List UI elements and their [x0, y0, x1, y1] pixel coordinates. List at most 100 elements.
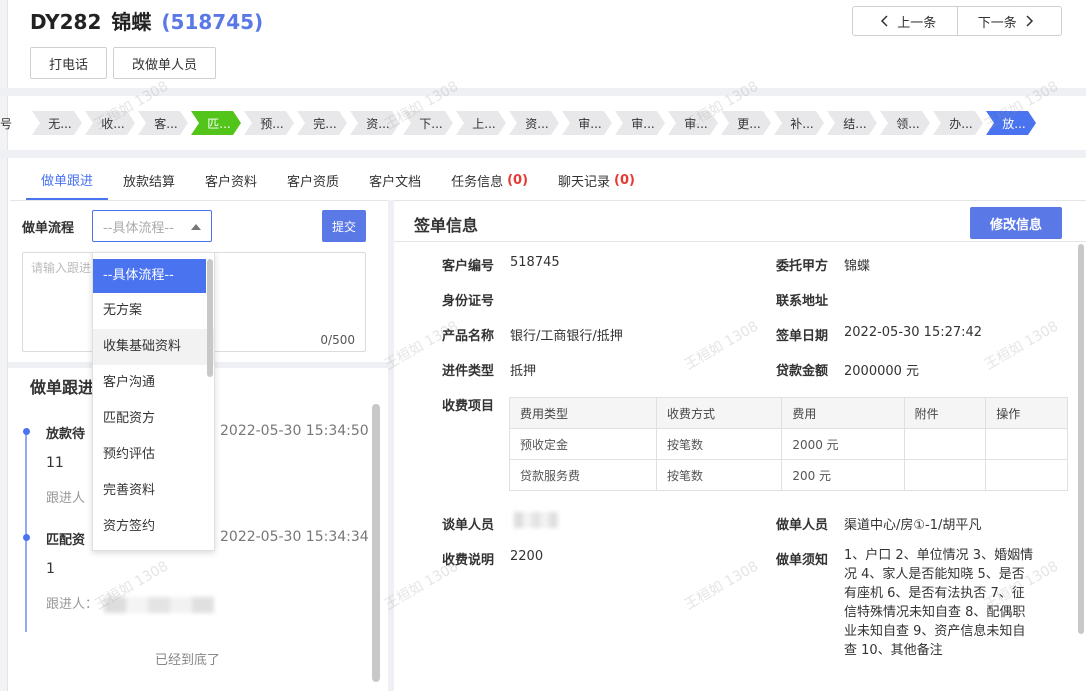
- stage-step[interactable]: 审...: [562, 111, 612, 135]
- tab-label: 任务信息: [451, 174, 504, 190]
- dropdown-scrollbar[interactable]: [207, 259, 213, 377]
- tab-item[interactable]: 做单跟进: [26, 160, 109, 200]
- left-panel-scrollbar[interactable]: [372, 404, 380, 682]
- watermark: 王桓如 1308: [681, 318, 762, 374]
- flow-select[interactable]: --具体流程--: [92, 210, 212, 242]
- tab-item[interactable]: 聊天记录 (0): [543, 160, 650, 200]
- end-of-list-note: 已经到底了: [155, 653, 221, 668]
- operator-value: 渠道中心/房①-1/胡平凡: [844, 518, 982, 533]
- stage-step[interactable]: 完...: [297, 111, 347, 135]
- stage-lead: 号: [0, 117, 13, 131]
- submit-button[interactable]: 提交: [322, 210, 366, 242]
- timeline-dot: [23, 534, 30, 541]
- negotiator-label: 谈单人员: [441, 518, 494, 533]
- customer-id: (518745): [161, 10, 264, 34]
- flow-option[interactable]: 收集基础资料: [93, 329, 214, 365]
- change-staff-button[interactable]: 改做单人员: [113, 47, 217, 79]
- stage-step[interactable]: 客...: [138, 111, 188, 135]
- sign-info-divider: [394, 241, 1086, 242]
- blurred-name: [104, 596, 215, 613]
- left-edge-strip: [0, 0, 8, 691]
- tab-item[interactable]: 任务信息 (0): [436, 160, 543, 200]
- flow-option[interactable]: --具体流程--: [93, 259, 206, 293]
- flow-option[interactable]: 完善资料: [93, 473, 214, 509]
- header-divider: [0, 88, 1086, 96]
- fee-table-cell: [985, 428, 1068, 460]
- stage-step[interactable]: 无...: [32, 111, 82, 135]
- negotiator-value: [508, 512, 558, 528]
- stage-step[interactable]: 收...: [85, 111, 135, 135]
- timeline-dot: [23, 428, 30, 435]
- client-value: 锦蝶: [844, 259, 871, 274]
- tracking-title: 做单跟进: [30, 378, 95, 397]
- fee-table-cell: 2000 元: [781, 428, 905, 460]
- prev-record-button[interactable]: 上一条: [853, 7, 957, 35]
- flow-option[interactable]: 资方签约: [93, 509, 214, 545]
- edit-info-button[interactable]: 修改信息: [970, 207, 1062, 239]
- address-label: 联系地址: [775, 294, 828, 309]
- tab-bar: 做单跟进 放款结算 客户资料 客户资质 客户文档 任务信息 (0) 聊天记录 (0): [26, 160, 650, 200]
- stage-step[interactable]: 放...: [986, 111, 1036, 135]
- sign-info-title: 签单信息: [414, 216, 479, 235]
- notes-label: 做单须知: [775, 553, 828, 568]
- stage-step[interactable]: 资...: [350, 111, 400, 135]
- stage-step[interactable]: 审...: [615, 111, 665, 135]
- stage-step[interactable]: 领...: [880, 111, 930, 135]
- watermark: 王桓如 1308: [681, 558, 762, 614]
- stage-step[interactable]: 上...: [456, 111, 506, 135]
- track-entry-follower: 跟进人：: [46, 593, 215, 613]
- record-nav: 上一条 下一条: [852, 6, 1062, 36]
- tab-count-badge: (0): [614, 172, 635, 188]
- stage-step[interactable]: 审...: [668, 111, 718, 135]
- chevron-right-icon: [1026, 15, 1033, 27]
- next-record-button[interactable]: 下一条: [956, 7, 1062, 35]
- textarea-placeholder: 请输入跟进: [31, 261, 92, 275]
- track-entry-time: 2022-05-30 15:34:34: [220, 529, 369, 545]
- fee-table: 费用类型 收费方式 费用 附件 操作 预收定金 按笔数 2000 元贷款服务费 按笔数 200 元: [508, 397, 1068, 491]
- action-bar: 打电话 改做单人员: [30, 47, 217, 79]
- blurred-name: [514, 512, 558, 528]
- flow-option[interactable]: 匹配资方: [93, 401, 214, 437]
- fee-table-header-cell: 操作: [985, 397, 1068, 429]
- sign-date-value: 2022-05-30 15:27:42: [844, 325, 983, 340]
- tab-item[interactable]: 客户文档: [354, 160, 436, 200]
- stage-step[interactable]: 下...: [403, 111, 453, 135]
- tab-label: 客户文档: [369, 174, 422, 190]
- operator-label: 做单人员: [775, 518, 828, 533]
- track-entry-time: 2022-05-30 15:34:50: [220, 423, 369, 439]
- tab-label: 客户资质: [287, 174, 340, 190]
- flow-option[interactable]: 预约评估: [93, 437, 214, 473]
- page-title: DY282 锦蝶 (518745): [30, 6, 263, 35]
- call-button[interactable]: 打电话: [30, 47, 108, 79]
- flow-select-value: --具体流程--: [103, 220, 174, 236]
- char-count: 0/500: [320, 333, 355, 347]
- fee-table-row: 贷款服务费 按笔数 200 元: [508, 459, 1068, 491]
- fee-table-header-cell: 收费方式: [656, 397, 783, 429]
- stage-step[interactable]: 补...: [774, 111, 824, 135]
- stage-step[interactable]: 结...: [827, 111, 877, 135]
- fee-table-cell: 按笔数: [656, 459, 783, 491]
- sign-date-label: 签单日期: [775, 329, 828, 344]
- customer-name: 锦蝶: [111, 10, 152, 34]
- stage-step[interactable]: 匹...: [191, 111, 241, 135]
- right-panel-scrollbar[interactable]: [1078, 244, 1084, 634]
- stage-step[interactable]: 预...: [244, 111, 294, 135]
- stage-step[interactable]: 资...: [509, 111, 559, 135]
- fee-table-cell: 预收定金: [508, 428, 658, 460]
- flow-option[interactable]: 客户沟通: [93, 365, 214, 401]
- fee-table-cell: [903, 428, 987, 460]
- type-value: 抵押: [510, 364, 537, 379]
- client-label: 委托甲方: [775, 259, 828, 274]
- stage-step[interactable]: 办...: [933, 111, 983, 135]
- flow-option[interactable]: 无方案: [93, 293, 214, 329]
- panel-divider: [388, 200, 394, 691]
- customer-no-label: 客户编号: [441, 259, 494, 274]
- timeline-line: [25, 432, 27, 632]
- fee-table-cell: [903, 459, 987, 491]
- tab-item[interactable]: 放款结算: [108, 160, 190, 200]
- tabs-underline: [10, 200, 1086, 201]
- tab-item[interactable]: 客户资质: [272, 160, 354, 200]
- stage-step[interactable]: 更...: [721, 111, 771, 135]
- tab-item[interactable]: 客户资料: [190, 160, 272, 200]
- product-value: 银行/工商银行/抵押: [510, 329, 623, 344]
